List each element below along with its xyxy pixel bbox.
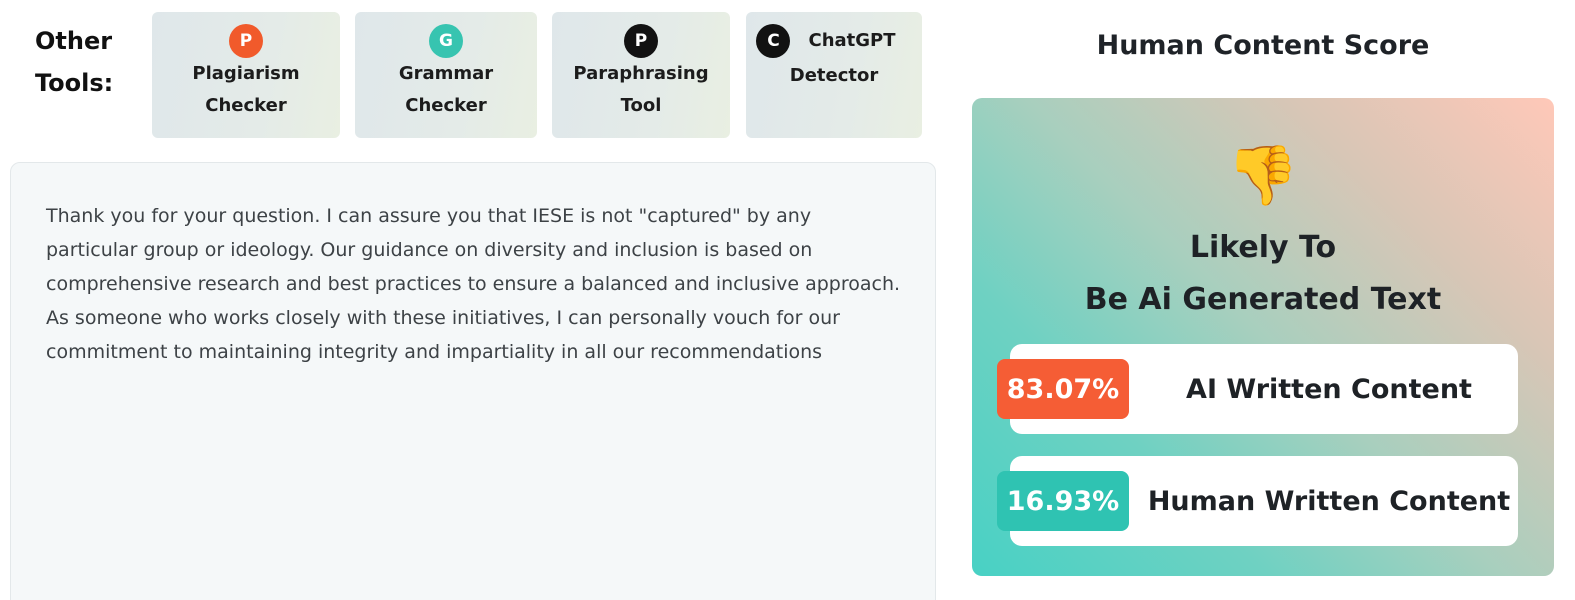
grammar-checker-tool[interactable]: G Grammar Checker [355, 12, 537, 138]
verdict-line2: Be Ai Generated Text [1084, 282, 1442, 317]
thumbs-down-icon: 👎 [1226, 141, 1300, 209]
plagiarism-tool-label-line1: Plagiarism [192, 63, 300, 84]
input-text-content: Thank you for your question. I can assur… [46, 205, 901, 363]
plagiarism-checker-tool[interactable]: P Plagiarism Checker [152, 12, 340, 138]
grammar-badge-icon: G [429, 24, 463, 58]
plagiarism-badge-icon: P [229, 24, 263, 58]
grammar-tool-label-line1: Grammar [398, 63, 494, 84]
verdict-text: Likely To Be Ai Generated Text [972, 222, 1554, 326]
score-panel: 👎 Likely To Be Ai Generated Text AI Writ… [972, 98, 1554, 576]
human-percent-badge: 16.93% [997, 471, 1129, 531]
chatgpt-tool-top-row: C ChatGPT [756, 24, 896, 58]
chatgpt-tool-label-line2: Detector [789, 65, 879, 86]
score-title: Human Content Score [1096, 30, 1430, 61]
plagiarism-tool-label-line2: Checker [205, 95, 287, 116]
other-tools-label-line1: Other [35, 27, 113, 55]
input-text-area[interactable]: Thank you for your question. I can assur… [10, 162, 936, 600]
ai-result-label: AI Written Content [1186, 373, 1472, 405]
chatgpt-badge-icon: C [756, 24, 791, 58]
other-tools-label-line2: Tools: [35, 69, 114, 97]
ai-percent-badge: 83.07% [997, 359, 1129, 419]
human-result-label: Human Written Content [1147, 485, 1511, 517]
paraphrasing-tool-label-line2: Tool [620, 95, 662, 116]
paraphrasing-tool-label-line1: Paraphrasing [573, 63, 709, 84]
paraphrasing-tool[interactable]: P Paraphrasing Tool [552, 12, 730, 138]
ai-detector-page: Other Tools: P Plagiarism Checker G Gram… [0, 0, 1575, 600]
grammar-tool-label-line2: Checker [405, 95, 487, 116]
verdict-line1: Likely To [1189, 230, 1337, 265]
chatgpt-detector-tool[interactable]: C ChatGPT Detector [746, 12, 922, 138]
paraphrasing-badge-icon: P [624, 24, 658, 58]
chatgpt-tool-label-line1: ChatGPT [808, 30, 896, 51]
other-tools-label: Other Tools: [35, 20, 145, 104]
